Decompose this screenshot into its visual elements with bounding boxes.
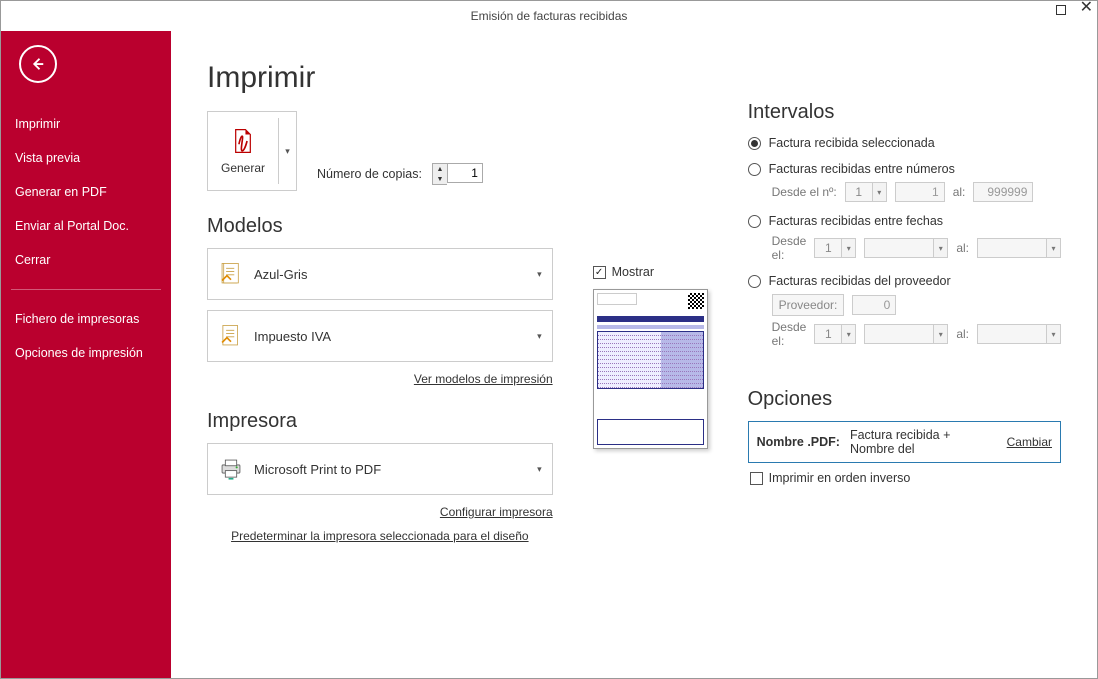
- radio-between-dates[interactable]: [748, 215, 761, 228]
- from-date-label-2: Desde el:: [772, 320, 807, 348]
- radio-selected-invoice[interactable]: [748, 137, 761, 150]
- date-to-combo[interactable]: ▾: [977, 238, 1061, 258]
- model-2-label: Impuesto IVA: [254, 329, 537, 344]
- radio-between-numbers-label: Facturas recibidas entre números: [769, 162, 955, 176]
- copies-spinner[interactable]: ▲▼: [432, 163, 483, 185]
- pdf-name-key: Nombre .PDF:: [757, 435, 840, 449]
- number-to-input[interactable]: [973, 182, 1033, 202]
- radio-between-numbers[interactable]: [748, 163, 761, 176]
- view-models-link[interactable]: Ver modelos de impresión: [414, 372, 553, 386]
- copies-label: Número de copias:: [317, 167, 422, 181]
- chevron-down-icon: ▾: [1047, 238, 1061, 258]
- sidebar-separator: [11, 289, 161, 290]
- prov-date-from-input[interactable]: [864, 324, 934, 344]
- generate-label: Generar: [221, 161, 265, 175]
- maximize-button[interactable]: [1056, 3, 1066, 18]
- model-1-label: Azul-Gris: [254, 267, 537, 282]
- configure-printer-link[interactable]: Configurar impresora: [440, 505, 553, 519]
- prov-date-to-input[interactable]: [977, 324, 1047, 344]
- reverse-order-label: Imprimir en orden inverso: [769, 471, 911, 485]
- serie-prov-select[interactable]: ▾: [814, 324, 856, 344]
- to-label-3: al:: [956, 327, 969, 341]
- sidebar-item-enviar-portal[interactable]: Enviar al Portal Doc.: [1, 209, 171, 243]
- maximize-icon: [1056, 5, 1066, 15]
- serie-prov-input[interactable]: [814, 324, 842, 344]
- printer-select[interactable]: Microsoft Print to PDF ▾: [207, 443, 553, 495]
- show-preview-label: Mostrar: [612, 265, 654, 279]
- options-heading: Opciones: [748, 388, 1061, 411]
- chevron-down-icon: ▾: [842, 324, 856, 344]
- sidebar-item-cerrar[interactable]: Cerrar: [1, 243, 171, 277]
- pdf-name-change-link[interactable]: Cambiar: [1007, 435, 1052, 449]
- print-preview-thumbnail[interactable]: [593, 289, 708, 449]
- generate-dropdown[interactable]: ▾: [278, 118, 296, 184]
- radio-provider[interactable]: [748, 275, 761, 288]
- date-from-combo[interactable]: ▾: [864, 238, 948, 258]
- radio-selected-invoice-label: Factura recibida seleccionada: [769, 136, 935, 150]
- from-date-label: Desde el:: [772, 234, 807, 262]
- model-select-1[interactable]: Azul-Gris ▾: [207, 248, 553, 300]
- sidebar-item-vista-previa[interactable]: Vista previa: [1, 141, 171, 175]
- date-from-input[interactable]: [864, 238, 934, 258]
- from-number-label: Desde el nº:: [772, 185, 837, 199]
- close-button[interactable]: ✕: [1080, 3, 1093, 18]
- chevron-down-icon: ▾: [537, 464, 542, 475]
- page-title: Imprimir: [207, 61, 553, 95]
- sidebar-item-generar-pdf[interactable]: Generar en PDF: [1, 175, 171, 209]
- generate-box: Generar ▾: [207, 111, 297, 191]
- title-bar: Emisión de facturas recibidas ✕: [1, 1, 1097, 31]
- chevron-down-icon: ▾: [873, 182, 887, 202]
- generate-button[interactable]: Generar: [208, 118, 278, 184]
- sidebar-item-opciones-impresion[interactable]: Opciones de impresión: [1, 336, 171, 370]
- show-preview-checkbox[interactable]: ✓: [593, 266, 606, 279]
- chevron-down-icon: ▾: [842, 238, 856, 258]
- prov-date-from-combo[interactable]: ▾: [864, 324, 948, 344]
- back-button[interactable]: [19, 45, 57, 83]
- date-to-input[interactable]: [977, 238, 1047, 258]
- pdf-name-value: Factura recibida + Nombre del: [850, 428, 997, 456]
- page-icon: [218, 261, 244, 287]
- chevron-down-icon: ▾: [537, 331, 542, 342]
- provider-code-input[interactable]: [852, 295, 896, 315]
- serie-from-input[interactable]: [845, 182, 873, 202]
- serie-from-select[interactable]: ▾: [845, 182, 887, 202]
- provider-label-box: Proveedor:: [772, 294, 845, 316]
- chevron-down-icon: ▾: [934, 238, 948, 258]
- number-from-input[interactable]: [895, 182, 945, 202]
- copies-input[interactable]: [447, 163, 483, 183]
- spin-down-icon[interactable]: ▼: [433, 174, 447, 184]
- pdf-icon: [230, 128, 256, 157]
- serie-date-select[interactable]: ▾: [814, 238, 856, 258]
- printer-name: Microsoft Print to PDF: [254, 462, 537, 477]
- prov-date-to-combo[interactable]: ▾: [977, 324, 1061, 344]
- spin-up-icon[interactable]: ▲: [433, 164, 447, 174]
- to-label: al:: [953, 185, 966, 199]
- sidebar: Imprimir Vista previa Generar en PDF Env…: [1, 31, 171, 678]
- radio-provider-label: Facturas recibidas del proveedor: [769, 274, 951, 288]
- models-heading: Modelos: [207, 215, 553, 238]
- page-icon: [218, 323, 244, 349]
- chevron-down-icon: ▾: [934, 324, 948, 344]
- intervals-heading: Intervalos: [748, 101, 1061, 124]
- printer-heading: Impresora: [207, 410, 553, 433]
- chevron-down-icon: ▾: [1047, 324, 1061, 344]
- qr-icon: [688, 293, 704, 309]
- arrow-left-icon: [29, 55, 47, 73]
- model-select-2[interactable]: Impuesto IVA ▾: [207, 310, 553, 362]
- to-label-2: al:: [956, 241, 969, 255]
- chevron-down-icon: ▾: [537, 269, 542, 280]
- sidebar-item-imprimir[interactable]: Imprimir: [1, 107, 171, 141]
- serie-date-input[interactable]: [814, 238, 842, 258]
- window-title: Emisión de facturas recibidas: [471, 9, 628, 23]
- radio-between-dates-label: Facturas recibidas entre fechas: [769, 214, 943, 228]
- reverse-order-checkbox[interactable]: [750, 472, 763, 485]
- pdf-name-option[interactable]: Nombre .PDF: Factura recibida + Nombre d…: [748, 421, 1061, 463]
- printer-icon: [218, 456, 244, 482]
- set-default-printer-link[interactable]: Predeterminar la impresora seleccionada …: [231, 529, 529, 543]
- sidebar-item-fichero-impresoras[interactable]: Fichero de impresoras: [1, 302, 171, 336]
